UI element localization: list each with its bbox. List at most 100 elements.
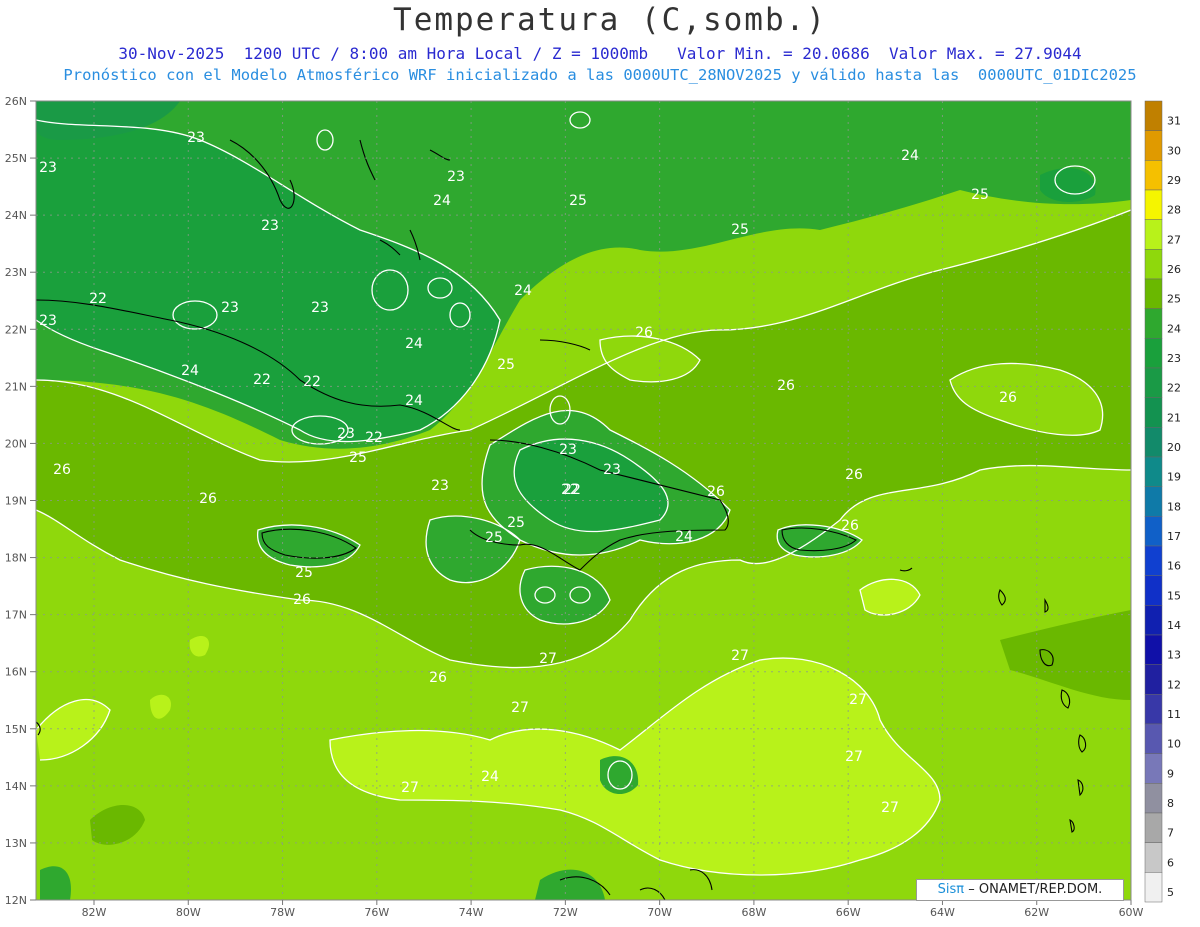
contour-label: 24: [433, 193, 451, 209]
colorbar-cell: [1144, 872, 1163, 903]
longitude-label: 62W: [1024, 906, 1049, 919]
contour-label: 23: [39, 313, 57, 329]
contour-label: 24: [514, 283, 532, 299]
contour-label: 23: [261, 218, 279, 234]
colorbar-label: 29: [1167, 174, 1181, 187]
colorbar-cell: [1144, 456, 1163, 487]
colorbar-label: 23: [1167, 352, 1181, 365]
contour-label: 22: [303, 374, 321, 390]
colorbar-label: 19: [1167, 471, 1181, 484]
latitude-label: 16N: [5, 666, 27, 679]
colorbar-label: 12: [1167, 678, 1181, 691]
contour-label: 25: [971, 187, 989, 203]
latitude-label: 18N: [5, 552, 27, 565]
colorbar-cell: [1144, 160, 1163, 191]
colorbar-cell: [1144, 634, 1163, 665]
temperature-map: 26N 25N 24N 23N 22N 21N 20N 19N 18N 17N 16N 15N 14N 1…: [5, 95, 1181, 919]
colorbar-cell: [1144, 100, 1163, 131]
contour-label: 22: [253, 372, 271, 388]
latitude-label: 15N: [5, 723, 27, 736]
colorbar-label: 18: [1167, 500, 1181, 513]
contour-label: 25: [569, 193, 587, 209]
colorbar-label: 16: [1167, 560, 1181, 573]
colorbar-label: 6: [1167, 856, 1174, 869]
contour-label: 23: [39, 160, 57, 176]
longitude-labels: 82W 80W 78W 76W 74W 72W 70W 68W 66W 64W 62W 60W: [82, 900, 1144, 919]
contour-label: 25: [507, 515, 525, 531]
colorbar-label: 11: [1167, 708, 1181, 721]
colorbar-cell: [1144, 783, 1163, 814]
contour-label: 26: [293, 592, 311, 608]
colorbar-cell: [1144, 516, 1163, 547]
colorbar-cell: [1144, 575, 1163, 606]
latitude-label: 25N: [5, 152, 27, 165]
latitude-label: 13N: [5, 837, 27, 850]
colorbar-cell: [1144, 545, 1163, 576]
colorbar-label: 13: [1167, 649, 1181, 662]
colorbar-cell: [1144, 694, 1163, 725]
longitude-label: 78W: [270, 906, 295, 919]
contour-label: 23: [447, 169, 465, 185]
longitude-label: 64W: [930, 906, 955, 919]
colorbar-cell: [1144, 753, 1163, 784]
contour-label: 23: [337, 426, 355, 442]
latitude-label: 17N: [5, 609, 27, 622]
latitude-label: 14N: [5, 780, 27, 793]
contour-label: 26: [841, 518, 859, 534]
colorbar-cell: [1144, 308, 1163, 339]
contour-label: 23: [603, 462, 621, 478]
longitude-label: 66W: [836, 906, 861, 919]
colorbar-cell: [1144, 130, 1163, 161]
contour-label: 27: [731, 648, 749, 664]
colorbar-cell: [1144, 338, 1163, 369]
contour-label: 23: [311, 300, 329, 316]
colorbar-label: 17: [1167, 530, 1181, 543]
colorbar-cell: [1144, 189, 1163, 220]
longitude-label: 60W: [1119, 906, 1144, 919]
contour-label: 24: [481, 769, 499, 785]
colorbar-label: 28: [1167, 204, 1181, 217]
contour-label: 24: [675, 529, 693, 545]
contour-label: 27: [849, 692, 867, 708]
credit-text: – ONAMET/REP.DOM.: [968, 882, 1103, 897]
latitude-label: 12N: [5, 894, 27, 907]
contour-label: 26: [199, 491, 217, 507]
colorbar-label: 22: [1167, 382, 1181, 395]
colorbar-cell: [1144, 278, 1163, 309]
contour-label: 23: [559, 442, 577, 458]
colorbar-cell: [1144, 367, 1163, 398]
latitude-label: 22N: [5, 323, 27, 336]
colorbar-label: 24: [1167, 322, 1181, 335]
colorbar-label: 5: [1167, 886, 1174, 899]
colorbar-cell: [1144, 397, 1163, 428]
contour-label: 27: [845, 749, 863, 765]
contour-label: 25: [731, 222, 749, 238]
contour-label: 26: [635, 325, 653, 341]
contour-label: 22: [89, 291, 107, 307]
colorbar-label: 26: [1167, 263, 1181, 276]
contour-label: 26: [999, 390, 1017, 406]
contour-label: 24: [901, 148, 919, 164]
colorbar-label: 27: [1167, 233, 1181, 246]
contour-label: 22: [365, 430, 383, 446]
contour-label: 25: [349, 450, 367, 466]
colorbar-cell: [1144, 219, 1163, 250]
latitude-label: 19N: [5, 495, 27, 508]
contour-label: 23: [187, 130, 205, 146]
colorbar-label: 15: [1167, 589, 1181, 602]
latitude-label: 24N: [5, 209, 27, 222]
colorbar-cell: [1144, 427, 1163, 458]
colorbar-cell: [1144, 812, 1163, 843]
colorbar-label: 9: [1167, 767, 1174, 780]
contour-label: 25: [497, 357, 515, 373]
colorbar-label: 8: [1167, 797, 1174, 810]
colorbar-label: 10: [1167, 738, 1181, 751]
contour-label: 25: [485, 530, 503, 546]
contour-label: 23: [431, 478, 449, 494]
latitude-label: 26N: [5, 95, 27, 108]
longitude-label: 72W: [553, 906, 578, 919]
colorbar-cell: [1144, 664, 1163, 695]
contour-label: 24: [405, 336, 423, 352]
latitude-labels: 26N 25N 24N 23N 22N 21N 20N 19N 18N 17N 16N 15N 14N 1…: [5, 95, 36, 907]
colorbar-label: 14: [1167, 619, 1181, 632]
